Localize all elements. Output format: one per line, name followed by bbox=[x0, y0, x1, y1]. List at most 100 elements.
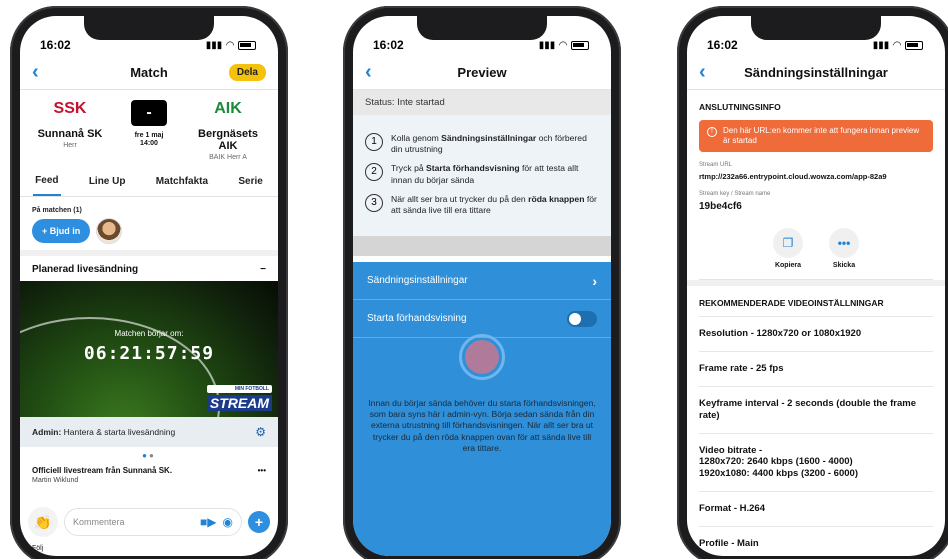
add-button[interactable]: + bbox=[248, 511, 270, 533]
record-icon bbox=[465, 340, 499, 374]
home-team-name: Sunnanå SK bbox=[37, 128, 103, 140]
screen-match: 16:02 ▮▮▮ ◠ ‹ Match Dela SSK Sunnanå SK H… bbox=[20, 16, 278, 556]
live-video-preview[interactable]: Matchen börjar om: 06:21:57:59 MIN FOTBO… bbox=[20, 281, 278, 417]
share-button[interactable]: Dela bbox=[228, 64, 266, 81]
wifi-icon: ◠ bbox=[226, 39, 234, 51]
tab-lineup[interactable]: Line Up bbox=[87, 168, 128, 195]
step-item: 3 När allt ser bra ut trycker du på den … bbox=[365, 193, 599, 216]
video-camera-icon[interactable]: ■▶ bbox=[200, 515, 216, 529]
screen-preview: 16:02 ▮▮▮ ◠ ‹ Preview Status: Inte starta… bbox=[353, 16, 611, 556]
back-chevron-icon[interactable]: ‹ bbox=[32, 62, 39, 82]
comment-input[interactable]: Kommentera ■▶ ◉ bbox=[64, 508, 242, 536]
controls-panel: Sändningsinställningar › Starta förhands… bbox=[353, 262, 611, 556]
back-chevron-icon[interactable]: ‹ bbox=[699, 62, 706, 82]
copy-button[interactable]: ❐ Kopiera bbox=[773, 228, 803, 269]
post-author: Martin Wiklund bbox=[32, 477, 79, 484]
live-header: Planerad livesändning − bbox=[20, 250, 278, 281]
stream-logo: MIN FOTBOLL STREAM bbox=[206, 385, 272, 411]
info-icon: ! bbox=[707, 127, 717, 137]
battery-icon bbox=[571, 40, 589, 50]
dot-inactive: ● bbox=[149, 451, 156, 460]
comment-placeholder: Kommentera bbox=[73, 517, 125, 527]
avatar[interactable] bbox=[96, 218, 123, 244]
feed-post: Officiell livestream från Sunnanå SK. ••… bbox=[20, 462, 278, 488]
match-header: SSK Sunnanå SK Herr - fre 1 maj 14:00 AI… bbox=[20, 90, 278, 167]
share-actions: ❐ Kopiera ••• Skicka bbox=[699, 212, 933, 280]
section-video: REKOMMENDERADE VIDEOINSTÄLLNINGAR bbox=[699, 286, 933, 317]
record-button[interactable] bbox=[459, 334, 505, 380]
spec-profile: Profile - Main bbox=[699, 527, 933, 556]
preview-toggle[interactable] bbox=[567, 310, 597, 327]
status-time: 16:02 bbox=[40, 38, 71, 52]
step-text-bold: Sändningsinställningar bbox=[441, 133, 537, 143]
tab-feed[interactable]: Feed bbox=[33, 167, 61, 196]
page-title: Sändningsinställningar bbox=[744, 65, 888, 80]
step-number: 1 bbox=[365, 133, 383, 151]
tab-serie[interactable]: Serie bbox=[236, 168, 264, 195]
page-dots: ●● bbox=[20, 447, 278, 462]
live-title: Planerad livesändning bbox=[32, 264, 139, 275]
settings-row[interactable]: Sändningsinställningar › bbox=[353, 262, 611, 300]
more-icon[interactable]: ••• bbox=[258, 466, 266, 475]
step-item: 1 Kolla genom Sändningsinställningar och… bbox=[365, 133, 599, 155]
countdown-timer: 06:21:57:59 bbox=[83, 343, 215, 364]
admin-bar[interactable]: Admin: Hantera & starta livesändning ⚙ bbox=[20, 417, 278, 447]
send-label: Skicka bbox=[832, 262, 856, 269]
more-icon: ••• bbox=[829, 228, 859, 258]
wifi-icon: ◠ bbox=[559, 39, 567, 51]
away-team-sub: BAIK Herr A bbox=[209, 154, 247, 161]
away-team-logo: AIK bbox=[214, 100, 242, 117]
clap-icon[interactable]: 👏 bbox=[28, 507, 58, 537]
step-text-bold: röda knappen bbox=[528, 193, 585, 204]
send-button[interactable]: ••• Skicka bbox=[829, 228, 859, 269]
gear-icon[interactable]: ⚙ bbox=[255, 425, 266, 439]
away-team[interactable]: AIK Bergnäsets AIK BAIK Herr A bbox=[188, 100, 268, 161]
nav-bar: ‹ Match Dela bbox=[20, 56, 278, 90]
stream-logo-big: STREAM bbox=[206, 395, 272, 411]
warning-alert: ! Den här URL:en kommer inte att fungera… bbox=[699, 120, 933, 152]
phone-settings: 16:02 ▮▮▮ ◠ ‹ Sändningsinställningar ANSL… bbox=[677, 6, 948, 559]
stream-key-value[interactable]: 19be4cf6 bbox=[699, 201, 933, 212]
alert-text: Den här URL:en kommer inte att fungera i… bbox=[723, 126, 920, 145]
step-text-pre: Tryck på bbox=[391, 163, 427, 174]
notch bbox=[84, 16, 214, 40]
comment-bar: 👏 Kommentera ■▶ ◉ + bbox=[28, 506, 270, 538]
attending-row: + Bjud in bbox=[20, 218, 278, 250]
back-chevron-icon[interactable]: ‹ bbox=[365, 62, 372, 82]
battery-icon bbox=[238, 40, 256, 50]
settings-label: Sändningsinställningar bbox=[367, 275, 468, 286]
status-strip: Status: Inte startad bbox=[353, 90, 611, 115]
spec-resolution: Resolution - 1280x720 or 1080x1920 bbox=[699, 317, 933, 352]
signal-icon: ▮▮▮ bbox=[538, 39, 556, 51]
info-text: Innan du börjar sända behöver du starta … bbox=[368, 398, 596, 453]
tab-matchfakta[interactable]: Matchfakta bbox=[154, 168, 210, 195]
step-text: Tryck på Starta förhandsvisning för att … bbox=[391, 163, 599, 185]
chevron-right-icon: › bbox=[592, 272, 597, 289]
status-icons: ▮▮▮ ◠ bbox=[206, 40, 256, 51]
post-title-row: Officiell livestream från Sunnanå SK. ••… bbox=[32, 466, 266, 475]
step-text: När allt ser bra ut trycker du på den rö… bbox=[391, 194, 599, 216]
countdown-label: Matchen börjar om: bbox=[114, 329, 184, 338]
step-text-pre: När allt ser bra ut trycker du på den bbox=[391, 193, 529, 204]
collapse-icon[interactable]: − bbox=[260, 264, 266, 275]
invite-button[interactable]: + Bjud in bbox=[32, 219, 91, 243]
home-team[interactable]: SSK Sunnanå SK Herr bbox=[30, 100, 110, 149]
preview-toggle-row: Starta förhandsvisning bbox=[353, 300, 611, 338]
spec-format: Format - H.264 bbox=[699, 492, 933, 527]
post-title: Officiell livestream från Sunnanå SK. bbox=[32, 466, 173, 475]
status-icons: ▮▮▮ ◠ bbox=[873, 40, 923, 51]
status-time: 16:02 bbox=[373, 38, 404, 52]
status-time: 16:02 bbox=[707, 38, 738, 52]
step-text-pre: Kolla genom bbox=[391, 133, 442, 143]
home-team-sub: Herr bbox=[63, 142, 77, 149]
spec-keyframe: Keyframe interval - 2 seconds (double th… bbox=[699, 387, 933, 434]
camera-icon[interactable]: ◉ bbox=[223, 515, 233, 529]
steps-list: 1 Kolla genom Sändningsinställningar och… bbox=[353, 115, 611, 237]
stream-url-value[interactable]: rtmp://232a66.entrypoint.cloud.wowza.com… bbox=[699, 172, 933, 181]
admin-action: Hantera & starta livesändning bbox=[63, 427, 176, 437]
stream-key-label: Stream key / Stream name bbox=[699, 191, 771, 197]
notch bbox=[751, 16, 881, 40]
phone-preview: 16:02 ▮▮▮ ◠ ‹ Preview Status: Inte starta… bbox=[343, 6, 621, 559]
stream-url-label: Stream URL bbox=[699, 162, 733, 168]
notch bbox=[417, 16, 547, 40]
